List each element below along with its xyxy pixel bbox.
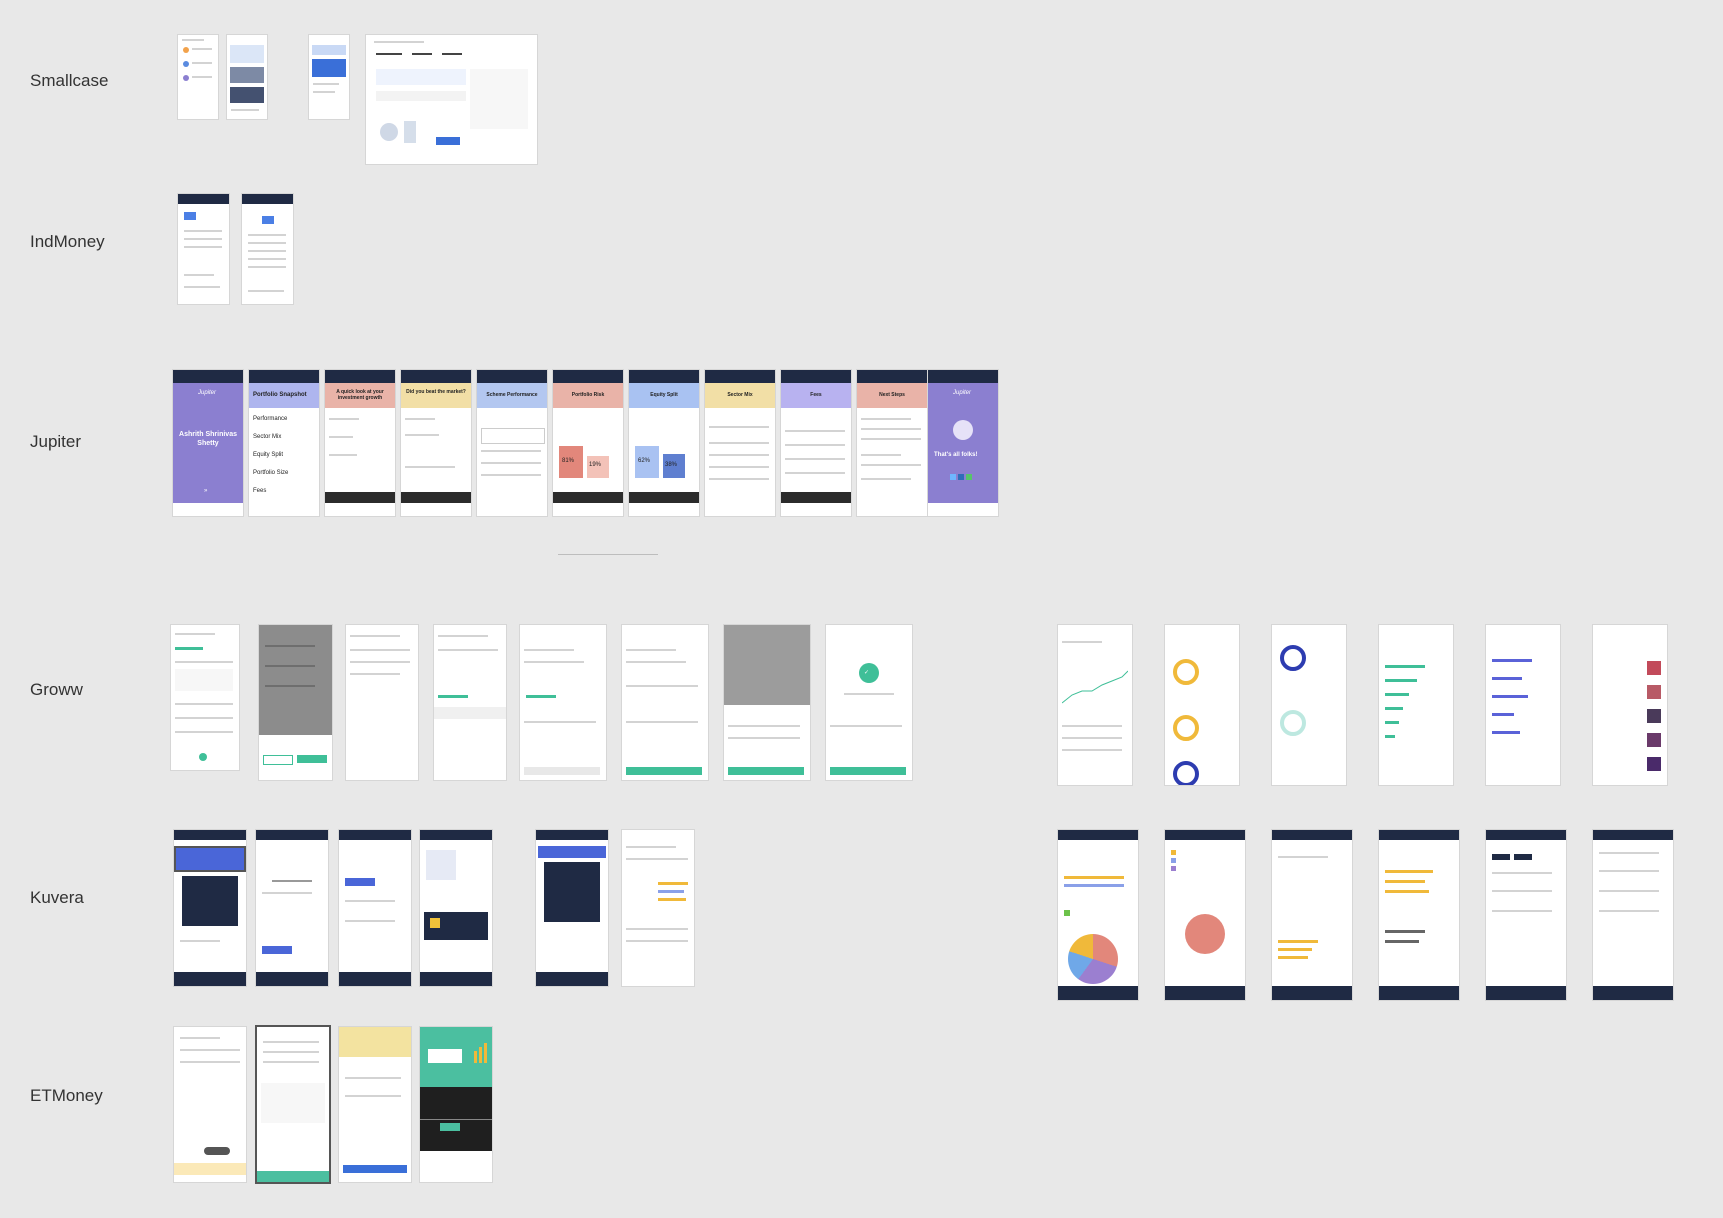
jupiter-logo: Jupiter (953, 390, 972, 396)
check-icon: ✓ (864, 670, 870, 676)
section-label-smallcase: Smallcase (30, 71, 109, 90)
groww-screen-success[interactable]: ✓ (826, 625, 912, 780)
section-label-groww: Groww (30, 680, 83, 699)
kuvera-screen-4[interactable] (420, 830, 492, 986)
etmoney-screen-3[interactable] (339, 1027, 411, 1182)
screen-title: Sector Mix (727, 392, 753, 398)
outro-title: That's all folks! (934, 452, 978, 458)
jupiter-screen-portfolio-risk[interactable]: Portfolio Risk 81% 19% (553, 370, 623, 516)
kuvera-screen-2[interactable] (256, 830, 328, 986)
jupiter-screen-scheme-performance[interactable]: Scheme Performance (477, 370, 547, 516)
screen-title: Portfolio Snapshot (253, 392, 307, 398)
screen-title: A quick look at your investment growth (336, 389, 384, 401)
risk-low-value: 19% (589, 462, 602, 468)
snapshot-item: Fees (253, 488, 267, 494)
snapshot-item: Sector Mix (253, 434, 282, 440)
section-label-indmoney: IndMoney (30, 232, 105, 251)
snapshot-item: Portfolio Size (253, 470, 289, 476)
kuvera-analysis-screen-4[interactable] (1379, 830, 1459, 1000)
groww-analysis-screen-3[interactable] (1272, 625, 1346, 785)
groww-analysis-screen-2[interactable] (1165, 625, 1239, 785)
jupiter-screen-intro[interactable]: Jupiter Ashrith Shrinivas Shetty » (173, 370, 243, 516)
jupiter-screen-beat-market[interactable]: Did you beat the market? (401, 370, 471, 516)
screen-title: Did you beat the market? (406, 389, 466, 395)
design-board-canvas: Smallcase IndMoney Jupiter Groww Kuvera … (0, 0, 1723, 1218)
jupiter-screen-sector-mix[interactable]: Sector Mix (705, 370, 775, 516)
kuvera-screen-1[interactable] (174, 830, 246, 986)
smallcase-desktop-screen[interactable] (366, 35, 537, 164)
screen-title: Scheme Performance (486, 392, 538, 398)
caption-line (558, 554, 658, 555)
groww-screen-2[interactable] (259, 625, 332, 780)
jupiter-screen-next-steps[interactable]: Next Steps (857, 370, 927, 516)
groww-analysis-screen-6[interactable] (1593, 625, 1667, 785)
kuvera-analysis-screen-3[interactable] (1272, 830, 1352, 1000)
smallcase-screen-1[interactable] (178, 35, 218, 119)
jupiter-user-name: Ashrith Shrinivas Shetty (179, 431, 237, 447)
etmoney-screen-4[interactable] (420, 1027, 492, 1182)
jupiter-screen-growth[interactable]: A quick look at your investment growth (325, 370, 395, 516)
groww-screen-7[interactable] (724, 625, 810, 780)
jupiter-logo: Jupiter (198, 390, 217, 396)
section-label-jupiter: Jupiter (30, 432, 82, 451)
kuvera-analysis-screen-1[interactable] (1058, 830, 1138, 1000)
chevron-down-icon: » (204, 488, 208, 494)
indmoney-screen-1[interactable] (178, 194, 229, 304)
screen-title: Portfolio Risk (571, 392, 605, 398)
kuvera-screen-6[interactable] (622, 830, 694, 986)
equity-value-a: 62% (638, 458, 651, 464)
groww-analysis-screen-5[interactable] (1486, 625, 1560, 785)
equity-value-b: 38% (665, 462, 678, 468)
section-label-etmoney: ETMoney (30, 1086, 103, 1105)
smallcase-screen-2[interactable] (227, 35, 267, 119)
jupiter-screen-outro[interactable]: Jupiter That's all folks! (928, 370, 998, 516)
portfolio-line-chart (1062, 670, 1128, 704)
groww-screen-3[interactable] (346, 625, 418, 780)
groww-analysis-screen-1[interactable] (1058, 625, 1132, 785)
groww-screen-1[interactable] (171, 625, 239, 770)
risk-high-value: 81% (562, 458, 575, 464)
groww-analysis-screen-4[interactable] (1379, 625, 1453, 785)
jupiter-screen-snapshot[interactable]: Portfolio Snapshot Performance Sector Mi… (249, 370, 319, 516)
jupiter-screen-equity-split[interactable]: Equity Split 62% 38% (629, 370, 699, 516)
kuvera-analysis-screen-6[interactable] (1593, 830, 1673, 1000)
etmoney-screen-1[interactable] (174, 1027, 246, 1182)
kuvera-analysis-screen-5[interactable] (1486, 830, 1566, 1000)
snapshot-item: Equity Split (253, 452, 284, 458)
section-label-kuvera: Kuvera (30, 888, 84, 907)
jupiter-screen-fees[interactable]: Fees (781, 370, 851, 516)
kuvera-screen-5[interactable] (536, 830, 608, 986)
indmoney-screen-2[interactable] (242, 194, 293, 304)
groww-screen-5[interactable] (520, 625, 606, 780)
groww-screen-6[interactable] (622, 625, 708, 780)
groww-screen-4[interactable] (434, 625, 506, 780)
smallcase-screen-3[interactable] (309, 35, 349, 119)
screen-title: Next Steps (879, 392, 905, 398)
snapshot-item: Performance (253, 416, 288, 422)
kuvera-analysis-screen-2[interactable] (1165, 830, 1245, 1000)
kuvera-screen-3[interactable] (339, 830, 411, 986)
screen-title: Fees (810, 392, 822, 398)
etmoney-screen-2[interactable] (257, 1027, 329, 1182)
screen-title: Equity Split (650, 392, 678, 398)
